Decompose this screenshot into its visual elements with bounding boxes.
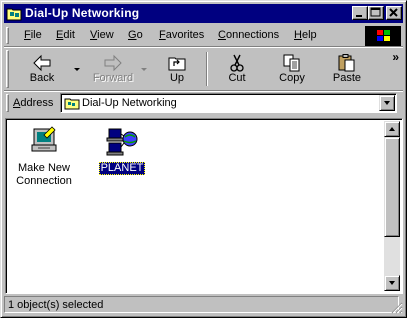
minimize-button[interactable] [352,6,368,20]
menu-help[interactable]: Help [294,29,317,41]
close-button[interactable] [386,6,402,20]
cut-button[interactable]: Cut [216,50,258,88]
title-bar[interactable]: Dial-Up Networking [4,4,403,23]
window-title: Dial-Up Networking [25,6,140,20]
address-value: Dial-Up Networking [82,97,177,109]
dial-up-folder-small-icon [64,97,80,113]
toolbar-more-chevron[interactable]: » [392,50,399,64]
forward-dropdown-icon[interactable] [141,68,147,71]
planet-connection-item[interactable]: PLANET [94,125,150,175]
copy-button[interactable]: Copy [269,50,315,88]
dial-up-folder-icon [6,6,22,21]
explorer-window: Dial-Up Networking File Edit View Go Fav… [0,0,407,318]
menu-bar: File Edit View Go Favorites Connections … [4,25,403,46]
maximize-icon [370,7,381,17]
address-dropdown-button[interactable] [379,95,395,111]
maximize-button[interactable] [368,6,384,20]
paste-clipboard-icon [338,54,355,72]
windows-logo-icon [365,26,401,46]
addressbar-grip[interactable] [6,94,9,112]
folder-view[interactable]: Make New Connection PLANET [5,118,403,294]
back-dropdown-icon[interactable] [74,68,80,71]
minimize-icon [356,15,362,17]
make-new-connection-icon [31,126,57,152]
menubar-grip[interactable] [6,27,9,44]
vertical-scrollbar[interactable] [384,121,400,291]
scroll-thumb[interactable] [384,137,400,237]
standard-toolbar: Back Forward Up Cut Copy Paste » [4,48,403,90]
status-text: 1 object(s) selected [4,296,399,313]
back-arrow-icon [33,54,51,72]
scroll-up-button[interactable] [384,121,400,137]
address-combobox[interactable]: Dial-Up Networking [60,93,397,113]
menu-edit[interactable]: Edit [56,29,75,41]
menu-file[interactable]: File [24,29,42,41]
back-button[interactable]: Back [16,50,68,88]
address-bar: Address Dial-Up Networking [4,92,403,114]
copy-icon [283,54,300,72]
toolbar-grip[interactable] [6,50,9,88]
toolbar-separator [206,52,208,86]
address-label: Address [13,97,54,109]
menu-favorites[interactable]: Favorites [159,29,204,41]
scissors-icon [230,54,244,72]
menu-view[interactable]: View [90,29,114,41]
scroll-down-button[interactable] [384,275,400,291]
status-bar: 1 object(s) selected [4,296,403,314]
menu-connections[interactable]: Connections [218,29,279,41]
paste-button[interactable]: Paste [324,50,370,88]
up-button[interactable]: Up [156,50,198,88]
up-folder-icon [168,57,186,71]
make-new-connection-item[interactable]: Make New Connection [12,125,76,188]
forward-button[interactable]: Forward [84,50,142,88]
menu-go[interactable]: Go [128,29,143,41]
resize-grip-icon[interactable] [391,302,403,314]
forward-arrow-icon [104,54,122,72]
network-connection-icon [106,128,138,156]
close-icon [389,8,398,17]
